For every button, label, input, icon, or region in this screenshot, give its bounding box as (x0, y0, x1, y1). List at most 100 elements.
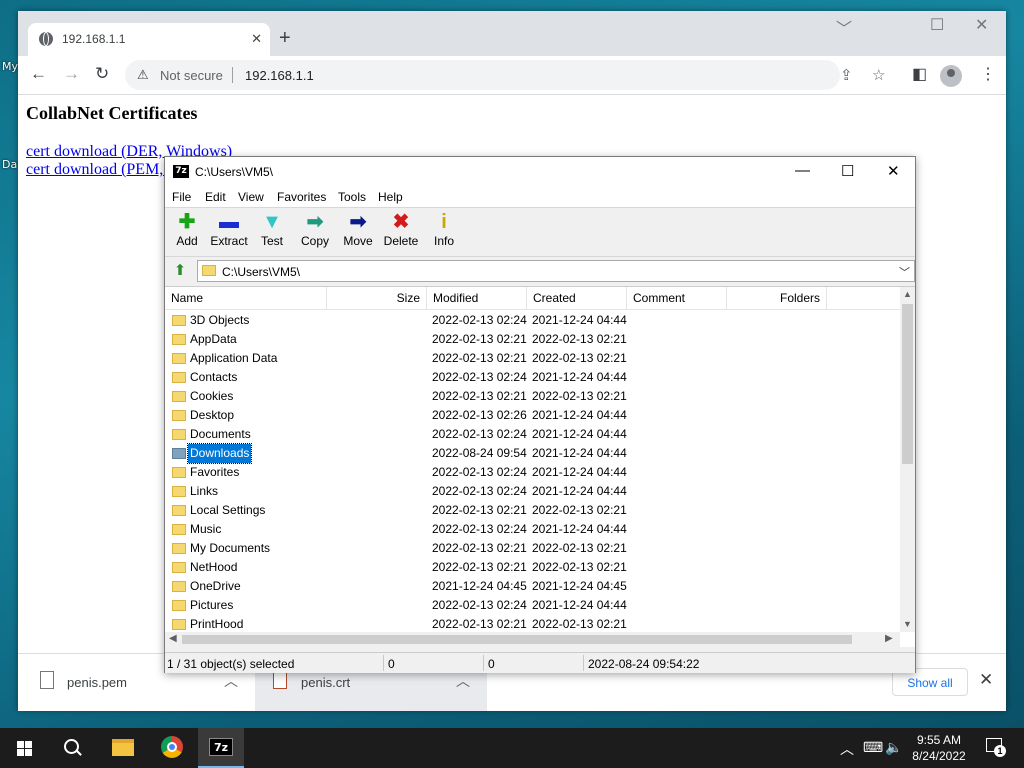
tab-title: 192.168.1.1 (62, 32, 126, 46)
desktop-icon-label[interactable]: Da (2, 158, 17, 171)
close-download-bar-button[interactable]: ✕ (979, 670, 993, 690)
tab-close-button[interactable]: ✕ (251, 31, 262, 47)
list-item[interactable]: Desktop 2022-02-13 02:26 2021-12-24 04:44 (165, 406, 900, 425)
chevron-up-icon[interactable]: ︿ (224, 671, 238, 691)
security-label[interactable]: Not secure (160, 68, 223, 83)
browser-toolbar: ← → ↻ ⚠ Not secure 192.168.1.1 ⇪ ☆ ◧ ⋮ (18, 56, 1006, 95)
folder-icon (172, 448, 186, 459)
maximize-button[interactable]: ☐ (930, 15, 944, 35)
scroll-right-icon[interactable]: ▶ (885, 633, 893, 644)
menu-icon[interactable]: ⋮ (980, 64, 996, 84)
warning-icon[interactable]: ⚠ (137, 67, 149, 83)
scroll-down-icon[interactable]: ▼ (903, 619, 912, 629)
tool-delete-button[interactable]: ✖ Delete (379, 208, 423, 256)
sevenzip-logo-icon: 7z (209, 738, 233, 756)
list-item[interactable]: Local Settings 2022-02-13 02:21 2022-02-13… (165, 501, 900, 520)
list-item[interactable]: My Documents 2022-02-13 02:21 2022-02-13 0… (165, 539, 900, 558)
side-panel-icon[interactable]: ◧ (912, 64, 927, 84)
reload-icon[interactable]: ↻ (95, 64, 109, 84)
menu-edit[interactable]: Edit (205, 190, 226, 204)
tool-move-button[interactable]: ➡ Move (336, 208, 380, 256)
column-header-modified[interactable]: Modified (427, 287, 527, 309)
list-item[interactable]: AppData 2022-02-13 02:21 2022-02-13 02:21 (165, 330, 900, 349)
path-combobox[interactable]: C:\Users\VM5\ ﹀ (197, 260, 915, 282)
list-item[interactable]: Music 2022-02-13 02:24 2021-12-24 04:44 (165, 520, 900, 539)
tool-extract-button[interactable]: ▬ Extract (207, 208, 251, 256)
minimize-button[interactable]: — (795, 162, 810, 179)
menu-file[interactable]: File (172, 190, 191, 204)
tool-test-button[interactable]: ▼ Test (250, 208, 294, 256)
column-header-comment[interactable]: Comment (627, 287, 727, 309)
list-item[interactable]: Documents 2022-02-13 02:24 2021-12-24 04:4… (165, 425, 900, 444)
copy-icon: ➡ (306, 211, 324, 233)
scroll-left-icon[interactable]: ◀ (169, 633, 177, 644)
column-header-size[interactable]: Size (327, 287, 427, 309)
file-list[interactable]: Name Size Modified Created Comment Folde… (165, 286, 915, 647)
forward-icon[interactable]: → (63, 64, 80, 84)
list-item[interactable]: Favorites 2022-02-13 02:24 2021-12-24 04:4… (165, 463, 900, 482)
new-tab-button[interactable]: + (279, 28, 291, 48)
scroll-thumb[interactable] (902, 304, 913, 464)
notification-icon[interactable]: 1 (986, 738, 1006, 757)
list-item[interactable]: OneDrive 2021-12-24 04:45 2021-12-24 04:45 (165, 577, 900, 596)
chevron-up-icon[interactable]: ︿ (456, 671, 470, 691)
browser-tab[interactable]: 192.168.1.1 ✕ (28, 23, 270, 56)
cell-created: 2022-02-13 02:21 (532, 332, 627, 346)
clock[interactable]: 9:55 AM 8/24/2022 (906, 732, 972, 764)
list-item[interactable]: NetHood 2022-02-13 02:21 2022-02-13 02:21 (165, 558, 900, 577)
folder-icon (202, 265, 216, 276)
url-text[interactable]: 192.168.1.1 (245, 68, 314, 83)
address-bar[interactable]: ⚠ Not secure 192.168.1.1 (125, 60, 840, 90)
list-item[interactable]: Application Data 2022-02-13 02:21 2022-02-… (165, 349, 900, 368)
title-bar[interactable]: 7z C:\Users\VM5\ — ☐ ✕ (165, 157, 915, 187)
column-header-name[interactable]: Name (165, 287, 327, 309)
profile-icon[interactable] (940, 65, 962, 87)
cell-name: NetHood (190, 560, 238, 574)
share-icon[interactable]: ⇪ (840, 66, 853, 84)
cell-modified: 2022-02-13 02:24 (432, 598, 527, 612)
horizontal-scrollbar[interactable]: ◀ ▶ (165, 632, 900, 647)
close-window-button[interactable]: ✕ (975, 15, 988, 35)
column-header-created[interactable]: Created (527, 287, 627, 309)
file-explorer-icon[interactable] (112, 739, 134, 756)
download-filename: penis.crt (301, 675, 351, 690)
chrome-icon[interactable] (161, 736, 183, 758)
network-icon[interactable]: ⌨ (863, 739, 883, 756)
divider (483, 655, 484, 671)
bookmark-star-icon[interactable]: ☆ (872, 66, 885, 84)
menu-favorites[interactable]: Favorites (277, 190, 326, 204)
clock-time: 9:55 AM (916, 733, 962, 747)
list-item[interactable]: Pictures 2022-02-13 02:24 2021-12-24 04:44 (165, 596, 900, 615)
search-icon[interactable] (64, 739, 79, 754)
scroll-up-icon[interactable]: ▲ (903, 289, 912, 299)
list-item[interactable]: Links 2022-02-13 02:24 2021-12-24 04:44 (165, 482, 900, 501)
window-title: C:\Users\VM5\ (195, 165, 274, 179)
sevenzip-taskbar-button[interactable]: 7z (198, 728, 244, 768)
list-item[interactable]: Cookies 2022-02-13 02:21 2022-02-13 02:21 (165, 387, 900, 406)
divider (583, 655, 584, 671)
list-item[interactable]: 3D Objects 2022-02-13 02:24 2021-12-24 04:… (165, 311, 900, 330)
menu-view[interactable]: View (238, 190, 264, 204)
vertical-scrollbar[interactable]: ▲ ▼ (900, 287, 915, 632)
back-icon[interactable]: ← (30, 64, 47, 84)
windows-start-icon[interactable] (17, 741, 32, 756)
tab-search-button[interactable]: ﹀ (836, 15, 852, 39)
maximize-button[interactable]: ☐ (841, 162, 854, 180)
cell-created: 2021-12-24 04:44 (532, 313, 627, 327)
tool-add-button[interactable]: ✚ Add (165, 208, 209, 256)
page-title: CollabNet Certificates (26, 103, 198, 123)
column-header-folders[interactable]: Folders (727, 287, 827, 309)
volume-icon[interactable]: 🔈 (885, 739, 902, 756)
folder-up-icon[interactable]: ⬆ (169, 261, 191, 281)
tool-copy-button[interactable]: ➡ Copy (293, 208, 337, 256)
show-hidden-icons-icon[interactable]: ︿ (840, 739, 854, 759)
chevron-down-icon[interactable]: ﹀ (899, 264, 910, 280)
list-item[interactable]: Contacts 2022-02-13 02:24 2021-12-24 04:44 (165, 368, 900, 387)
list-item[interactable]: Downloads 2022-08-24 09:54 2021-12-24 04:4… (165, 443, 900, 464)
close-button[interactable]: ✕ (887, 162, 900, 180)
menu-tools[interactable]: Tools (338, 190, 366, 204)
desktop-icon-label[interactable]: My (2, 60, 18, 73)
menu-help[interactable]: Help (378, 190, 403, 204)
scroll-thumb[interactable] (182, 635, 852, 644)
tool-info-button[interactable]: i Info (422, 208, 466, 256)
